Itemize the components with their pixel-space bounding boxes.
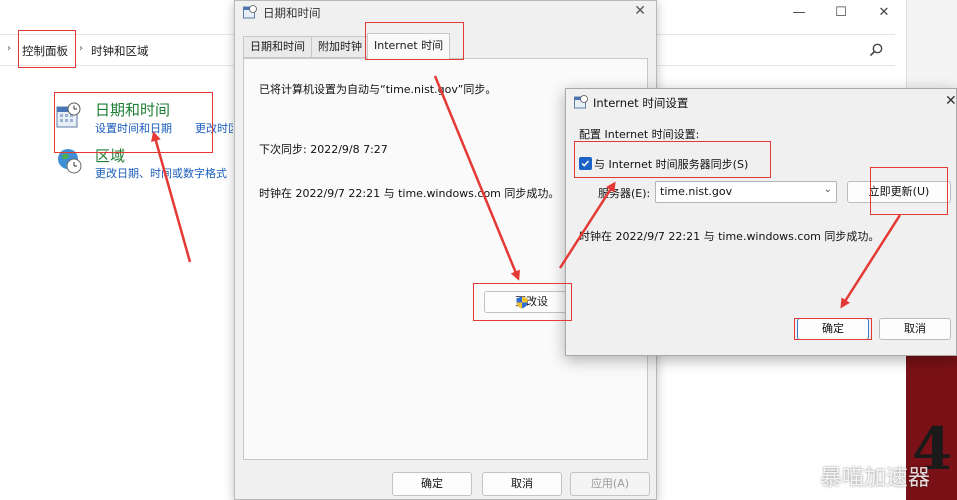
server-value: time.nist.gov xyxy=(660,185,733,198)
category-date-time-title[interactable]: 日期和时间 xyxy=(95,99,170,120)
globe-clock-icon xyxy=(58,149,82,174)
close-icon[interactable]: ✕ xyxy=(871,3,897,23)
close-icon[interactable]: ✕ xyxy=(945,93,957,109)
minimize-icon[interactable]: — xyxy=(786,3,812,23)
uac-shield-icon xyxy=(516,296,528,309)
last-sync-text: 时钟在 2022/9/7 22:21 与 time.windows.com 同步… xyxy=(259,187,560,200)
apply-button[interactable]: 应用(A) xyxy=(570,472,650,496)
date-time-app-icon xyxy=(243,5,257,19)
ok-button[interactable]: 确定 xyxy=(392,472,472,496)
category-region-title[interactable]: 区域 xyxy=(95,145,125,166)
ok-button[interactable]: 确定 xyxy=(797,318,869,340)
chevron-down-icon: ⌄ xyxy=(823,184,832,195)
internet-time-settings-dialog: Internet 时间设置 ✕ 配置 Internet 时间设置: 与 Inte… xyxy=(565,88,957,356)
watermark-text: 暴喵加速器 xyxy=(820,466,931,491)
search-icon[interactable] xyxy=(868,42,884,58)
tab-additional-clocks[interactable]: 附加时钟 xyxy=(311,36,369,58)
tab-internet-time[interactable]: Internet 时间 xyxy=(367,33,451,59)
next-sync-text: 下次同步: 2022/9/8 7:27 xyxy=(259,143,388,156)
calendar-clock-icon xyxy=(56,102,81,128)
chevron-right-icon: › xyxy=(79,43,83,54)
maximize-icon[interactable]: ☐ xyxy=(828,3,854,23)
sync-description: 已将计算机设置为自动与“time.nist.gov”同步。 xyxy=(259,83,497,96)
config-label: 配置 Internet 时间设置: xyxy=(579,128,700,141)
server-label: 服务器(E): xyxy=(598,187,651,200)
chevron-right-icon: › xyxy=(7,43,11,54)
dialog-title: 日期和时间 xyxy=(263,6,321,20)
update-now-button[interactable]: 立即更新(U) xyxy=(847,181,951,203)
breadcrumb-control-panel[interactable]: 控制面板 xyxy=(22,43,68,59)
sync-checkbox-label[interactable]: 与 Internet 时间服务器同步(S) xyxy=(594,156,748,172)
dialog-title: Internet 时间设置 xyxy=(593,96,689,110)
weibo-logo-icon xyxy=(785,464,813,485)
server-dropdown[interactable]: time.nist.gov ⌄ xyxy=(655,181,837,203)
breadcrumb-clock-region[interactable]: 时钟和区域 xyxy=(91,43,149,59)
sync-status-text: 时钟在 2022/9/7 22:21 与 time.windows.com 同步… xyxy=(579,230,880,243)
change-timezone-link[interactable]: 更改时区 xyxy=(195,120,233,136)
cancel-button[interactable]: 取消 xyxy=(482,472,562,496)
close-icon[interactable]: ✕ xyxy=(634,3,646,19)
tab-date-time[interactable]: 日期和时间 xyxy=(243,36,312,58)
sync-checkbox[interactable] xyxy=(579,157,592,170)
set-time-date-link[interactable]: 设置时间和日期 xyxy=(95,120,172,136)
checkmark-icon xyxy=(581,160,590,167)
date-time-app-icon xyxy=(574,95,588,109)
cancel-button[interactable]: 取消 xyxy=(879,318,951,340)
change-format-link[interactable]: 更改日期、时间或数字格式 xyxy=(95,165,227,181)
